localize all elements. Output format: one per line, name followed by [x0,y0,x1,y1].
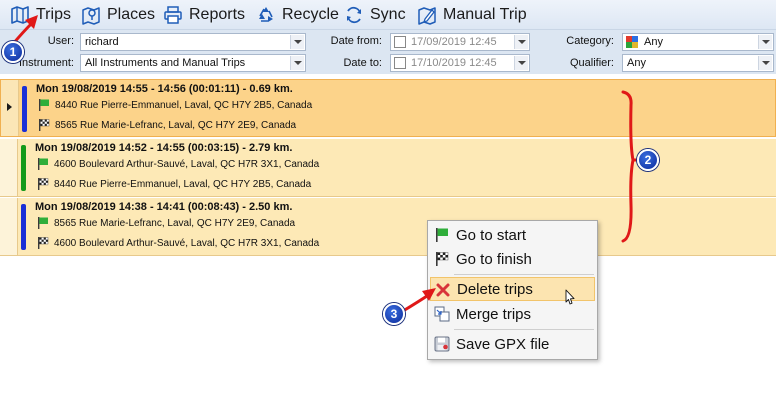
chevron-down-icon[interactable] [758,35,772,49]
start-flag-icon [39,99,49,111]
merge-icon [434,306,450,322]
start-address-text: 8440 Rue Pierre-Emmanuel, Laval, QC H7Y … [55,99,313,111]
trip-finish-address: 8440 Rue Pierre-Emmanuel, Laval, QC H7Y … [36,177,311,191]
date-to-picker[interactable]: 17/10/2019 12:45 [390,54,530,72]
instrument-select[interactable]: All Instruments and Manual Trips [80,54,306,72]
finish-address-text: 8440 Rue Pierre-Emmanuel, Laval, QC H7Y … [54,178,312,190]
qualifier-value: Any [627,57,646,69]
menu-item-delete-trips[interactable]: Delete trips [430,277,595,301]
trip-row[interactable]: Mon 19/08/2019 14:52 - 14:55 (00:03:15) … [0,139,776,197]
menu-item-label: Merge trips [456,305,532,323]
user-select[interactable]: richard [80,33,306,51]
trip-color-bar [21,145,26,191]
finish-flag-icon [436,252,449,266]
chevron-down-icon[interactable] [514,35,528,49]
user-value: richard [85,36,119,48]
date-from-label: Date from: [330,35,382,47]
start-flag-icon [436,228,448,242]
sync-icon [347,6,361,24]
category-select[interactable]: Any [622,33,774,51]
trip-color-bar [21,204,26,250]
trips-label: Trips [36,6,71,23]
date-to-checkbox[interactable] [394,57,406,69]
main-toolbar: Trips Places Reports Recycle Sync Manual… [0,0,776,30]
trip-row[interactable]: Mon 19/08/2019 14:55 - 14:56 (00:01:11) … [0,79,776,137]
menu-separator [454,274,594,275]
recycle-button[interactable]: Recycle [256,3,339,27]
map-icon [11,6,29,24]
menu-item-go-to-finish[interactable]: Go to finish [430,247,595,271]
chevron-down-icon[interactable] [290,35,304,49]
sync-label: Sync [370,6,406,23]
trip-start-address: 4600 Boulevard Arthur-Sauvé, Laval, QC H… [36,157,319,171]
trip-title: Mon 19/08/2019 14:38 - 14:41 (00:08:43) … [35,201,293,213]
filter-panel: User: richard Instrument: All Instrument… [0,30,776,74]
finish-flag-icon [39,119,50,131]
delete-icon [436,283,450,297]
places-label: Places [107,6,156,23]
start-flag-icon [38,217,48,229]
qualifier-label: Qualifier: [569,57,614,69]
recycle-icon [259,7,273,22]
start-flag-icon [38,158,48,170]
start-address-text: 8565 Rue Marie-Lefranc, Laval, QC H7Y 2E… [54,217,296,229]
menu-item-label: Delete trips [457,280,533,298]
trips-button[interactable]: Trips [10,3,71,27]
menu-item-merge-trips[interactable]: Merge trips [430,302,595,326]
date-to-label: Date to: [343,57,382,69]
instrument-value: All Instruments and Manual Trips [85,57,246,69]
date-from-checkbox[interactable] [394,36,406,48]
finish-flag-icon [38,237,49,249]
manual-trip-icon [418,7,436,25]
places-button[interactable]: Places [81,3,155,27]
trip-finish-address: 4600 Boulevard Arthur-Sauvé, Laval, QC H… [36,236,319,250]
date-to-value: 17/10/2019 12:45 [411,57,497,69]
category-value: Any [644,36,663,48]
save-gpx-icon [434,336,450,352]
trip-start-address: 8565 Rue Marie-Lefranc, Laval, QC H7Y 2E… [36,216,295,230]
finish-address-text: 8565 Rue Marie-Lefranc, Laval, QC H7Y 2E… [55,119,297,131]
date-from-picker[interactable]: 17/09/2019 12:45 [390,33,530,51]
trip-title: Mon 19/08/2019 14:52 - 14:55 (00:03:15) … [35,142,293,154]
finish-address-text: 4600 Boulevard Arthur-Sauvé, Laval, QC H… [54,237,320,249]
finish-flag-icon [38,178,49,190]
chevron-down-icon[interactable] [758,56,772,70]
recycle-label: Recycle [282,6,339,23]
trip-start-address: 8440 Rue Pierre-Emmanuel, Laval, QC H7Y … [37,98,312,112]
context-menu: Go to start Go to finish Delete trips Me… [427,220,598,360]
chevron-down-icon[interactable] [514,56,528,70]
menu-item-go-to-start[interactable]: Go to start [430,223,595,247]
row-gutter [1,80,19,136]
trip-row[interactable]: Mon 19/08/2019 14:38 - 14:41 (00:08:43) … [0,198,776,256]
trip-color-bar [22,86,27,132]
date-from-value: 17/09/2019 12:45 [411,36,497,48]
start-address-text: 4600 Boulevard Arthur-Sauvé, Laval, QC H… [54,158,320,170]
category-label: Category: [566,35,614,47]
menu-item-label: Save GPX file [456,335,550,353]
user-label: User: [47,35,74,47]
manual-trip-button[interactable]: Manual Trip [417,3,527,27]
places-icon [82,7,100,25]
manual-trip-label: Manual Trip [443,6,527,23]
row-gutter [0,198,18,255]
category-icon [626,36,638,48]
menu-item-label: Go to finish [456,250,532,268]
menu-item-label: Go to start [456,226,527,244]
sync-button[interactable]: Sync [344,3,406,27]
current-row-arrow-icon [7,103,12,111]
row-gutter [0,139,18,196]
reports-label: Reports [189,6,246,23]
printer-icon [164,6,182,24]
trip-title: Mon 19/08/2019 14:55 - 14:56 (00:01:11) … [36,83,293,95]
menu-separator [454,329,594,330]
menu-item-save-gpx[interactable]: Save GPX file [430,332,595,356]
annotation-badge-1: 1 [2,41,24,63]
reports-button[interactable]: Reports [163,3,245,27]
trip-finish-address: 8565 Rue Marie-Lefranc, Laval, QC H7Y 2E… [37,118,296,132]
annotation-badge-2: 2 [637,149,659,171]
chevron-down-icon[interactable] [290,56,304,70]
qualifier-select[interactable]: Any [622,54,774,72]
annotation-badge-3: 3 [383,303,405,325]
